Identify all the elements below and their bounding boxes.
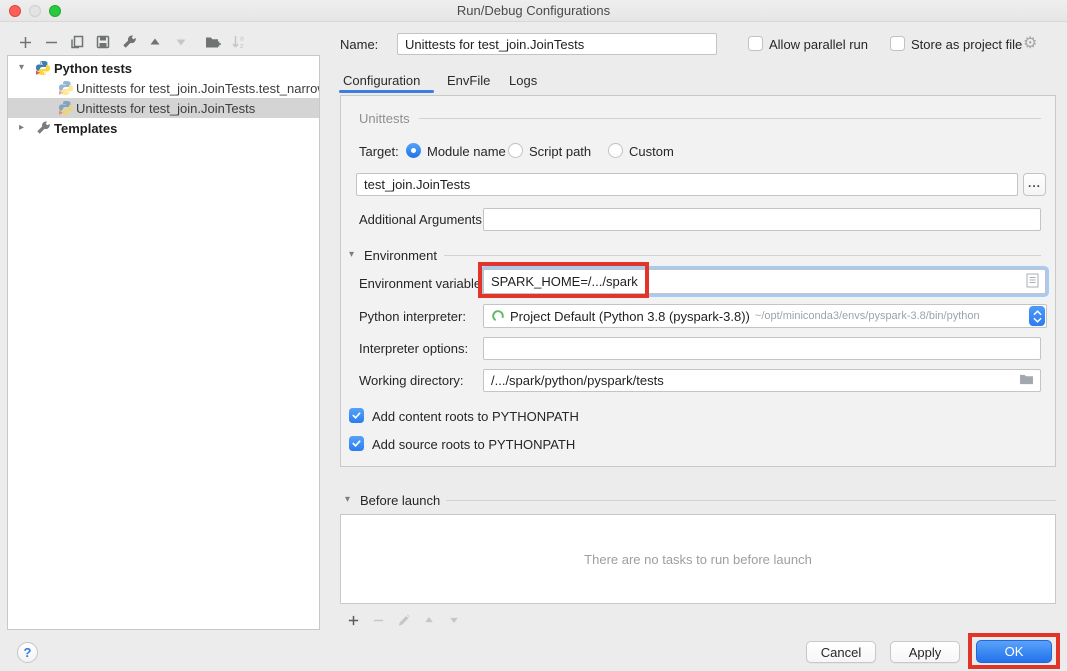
working-directory-label: Working directory: — [359, 373, 464, 389]
group-divider — [419, 118, 1041, 119]
name-label: Name: — [340, 37, 378, 53]
move-up-icon — [416, 610, 441, 630]
svg-text:a: a — [240, 36, 244, 43]
minimize-window-button — [29, 5, 41, 17]
window-title: Run/Debug Configurations — [0, 0, 1067, 21]
zoom-window-button[interactable] — [49, 5, 61, 17]
tab-envfile[interactable]: EnvFile — [447, 73, 490, 88]
remove-icon — [366, 610, 391, 630]
python-test-icon — [58, 80, 74, 96]
new-folder-icon[interactable] — [200, 31, 226, 53]
title-bar: Run/Debug Configurations — [0, 0, 1067, 22]
additional-arguments-input[interactable] — [483, 208, 1041, 231]
configuration-panel: Unittests Target: Module name Script pat… — [340, 95, 1056, 467]
python-interpreter-label: Python interpreter: — [359, 309, 466, 325]
store-as-project-file-checkbox[interactable] — [890, 36, 905, 51]
additional-arguments-label: Additional Arguments: — [359, 212, 485, 228]
ok-button[interactable]: OK — [976, 640, 1052, 663]
remove-icon[interactable] — [38, 31, 64, 53]
browse-button[interactable]: ... — [1023, 173, 1046, 196]
edit-templates-wrench-icon[interactable] — [116, 31, 142, 53]
target-label: Target: — [359, 144, 399, 160]
working-directory-input[interactable]: /.../spark/python/pyspark/tests — [483, 369, 1041, 392]
allow-parallel-run-label: Allow parallel run — [769, 37, 868, 53]
edit-pencil-icon — [391, 610, 416, 630]
tab-configuration[interactable]: Configuration — [343, 73, 420, 88]
active-tab-indicator — [339, 90, 434, 93]
interpreter-options-label: Interpreter options: — [359, 341, 468, 357]
environment-collapse-icon[interactable]: ▾ — [349, 249, 354, 260]
working-directory-value: /.../spark/python/pyspark/tests — [491, 373, 664, 388]
select-stepper-icon[interactable] — [1029, 306, 1045, 326]
cancel-button[interactable]: Cancel — [806, 641, 876, 663]
add-content-roots-label: Add content roots to PYTHONPATH — [372, 409, 579, 424]
tree-item-python-tests[interactable]: ▾ Python tests — [8, 58, 319, 78]
tree-item-label: Unittests for test_join.JoinTests — [76, 101, 255, 116]
radio-custom-label: Custom — [629, 144, 674, 160]
add-content-roots-checkbox[interactable] — [349, 408, 364, 423]
environment-variables-value: SPARK_HOME=/.../spark — [491, 274, 638, 289]
tree-item-label: Unittests for test_join.JoinTests.test_n… — [76, 81, 319, 96]
module-name-input[interactable]: test_join.JoinTests — [356, 173, 1018, 196]
unittests-group-label: Unittests — [359, 111, 410, 126]
tree-item-test-narrow[interactable]: Unittests for test_join.JoinTests.test_n… — [8, 78, 319, 98]
add-source-roots-checkbox[interactable] — [349, 436, 364, 451]
python-interpreter-path: ~/opt/miniconda3/envs/pyspark-3.8/bin/py… — [755, 310, 980, 322]
templates-wrench-icon — [35, 120, 51, 136]
add-icon[interactable] — [12, 31, 38, 53]
radio-custom[interactable] — [608, 143, 623, 158]
conda-env-icon — [491, 309, 505, 323]
add-icon[interactable] — [341, 610, 366, 630]
move-up-icon[interactable] — [142, 31, 168, 53]
add-source-roots-label: Add source roots to PYTHONPATH — [372, 437, 575, 452]
tree-item-label: Templates — [54, 121, 117, 136]
environment-variables-input[interactable]: SPARK_HOME=/.../spark — [483, 269, 1046, 294]
radio-module-name-label: Module name — [427, 144, 506, 160]
move-down-icon — [168, 31, 194, 53]
help-button[interactable]: ? — [17, 642, 38, 663]
check-icon — [351, 438, 362, 449]
python-tests-icon — [35, 60, 51, 76]
tree-item-templates[interactable]: ▸ Templates — [8, 118, 319, 138]
save-icon[interactable] — [90, 31, 116, 53]
python-interpreter-value: Project Default (Python 3.8 (pyspark-3.8… — [510, 309, 750, 324]
chevron-expanded-icon[interactable]: ▾ — [19, 62, 24, 73]
run-configurations-tree: ▾ Python tests Unittests for test_join.J… — [7, 55, 320, 630]
allow-parallel-run-checkbox[interactable] — [748, 36, 763, 51]
check-icon — [351, 410, 362, 421]
before-launch-label: Before launch — [360, 493, 440, 509]
tree-item-label: Python tests — [54, 61, 132, 76]
before-launch-collapse-icon[interactable]: ▾ — [345, 494, 350, 505]
radio-module-name[interactable] — [406, 143, 421, 158]
close-window-button[interactable] — [9, 5, 21, 17]
apply-button[interactable]: Apply — [890, 641, 960, 663]
env-vars-browse-icon[interactable] — [1026, 273, 1039, 291]
chevron-collapsed-icon[interactable]: ▸ — [19, 122, 24, 133]
folder-icon[interactable] — [1019, 373, 1034, 388]
radio-script-path[interactable] — [508, 143, 523, 158]
tab-logs[interactable]: Logs — [509, 73, 537, 88]
empty-task-message: There are no tasks to run before launch — [584, 552, 812, 567]
tree-item-jointests-selected[interactable]: Unittests for test_join.JoinTests — [8, 98, 319, 118]
before-launch-toolbar — [341, 610, 466, 630]
configurations-toolbar: az — [12, 31, 252, 53]
environment-divider — [444, 255, 1041, 256]
environment-section-label: Environment — [364, 248, 437, 264]
environment-variables-label: Environment variables: — [359, 276, 491, 292]
python-interpreter-select[interactable]: Project Default (Python 3.8 (pyspark-3.8… — [483, 304, 1047, 328]
sort-alphabetically-icon: az — [226, 31, 252, 53]
interpreter-options-input[interactable] — [483, 337, 1041, 360]
gear-icon[interactable]: ⚙ — [1023, 36, 1037, 52]
before-launch-task-list: There are no tasks to run before launch — [340, 514, 1056, 604]
name-input[interactable]: Unittests for test_join.JoinTests — [397, 33, 717, 55]
python-test-icon — [58, 100, 74, 116]
radio-script-path-label: Script path — [529, 144, 591, 160]
copy-icon[interactable] — [64, 31, 90, 53]
store-as-project-file-label: Store as project file — [911, 37, 1022, 53]
svg-text:z: z — [240, 43, 244, 50]
move-down-icon — [441, 610, 466, 630]
before-launch-divider — [446, 500, 1056, 501]
